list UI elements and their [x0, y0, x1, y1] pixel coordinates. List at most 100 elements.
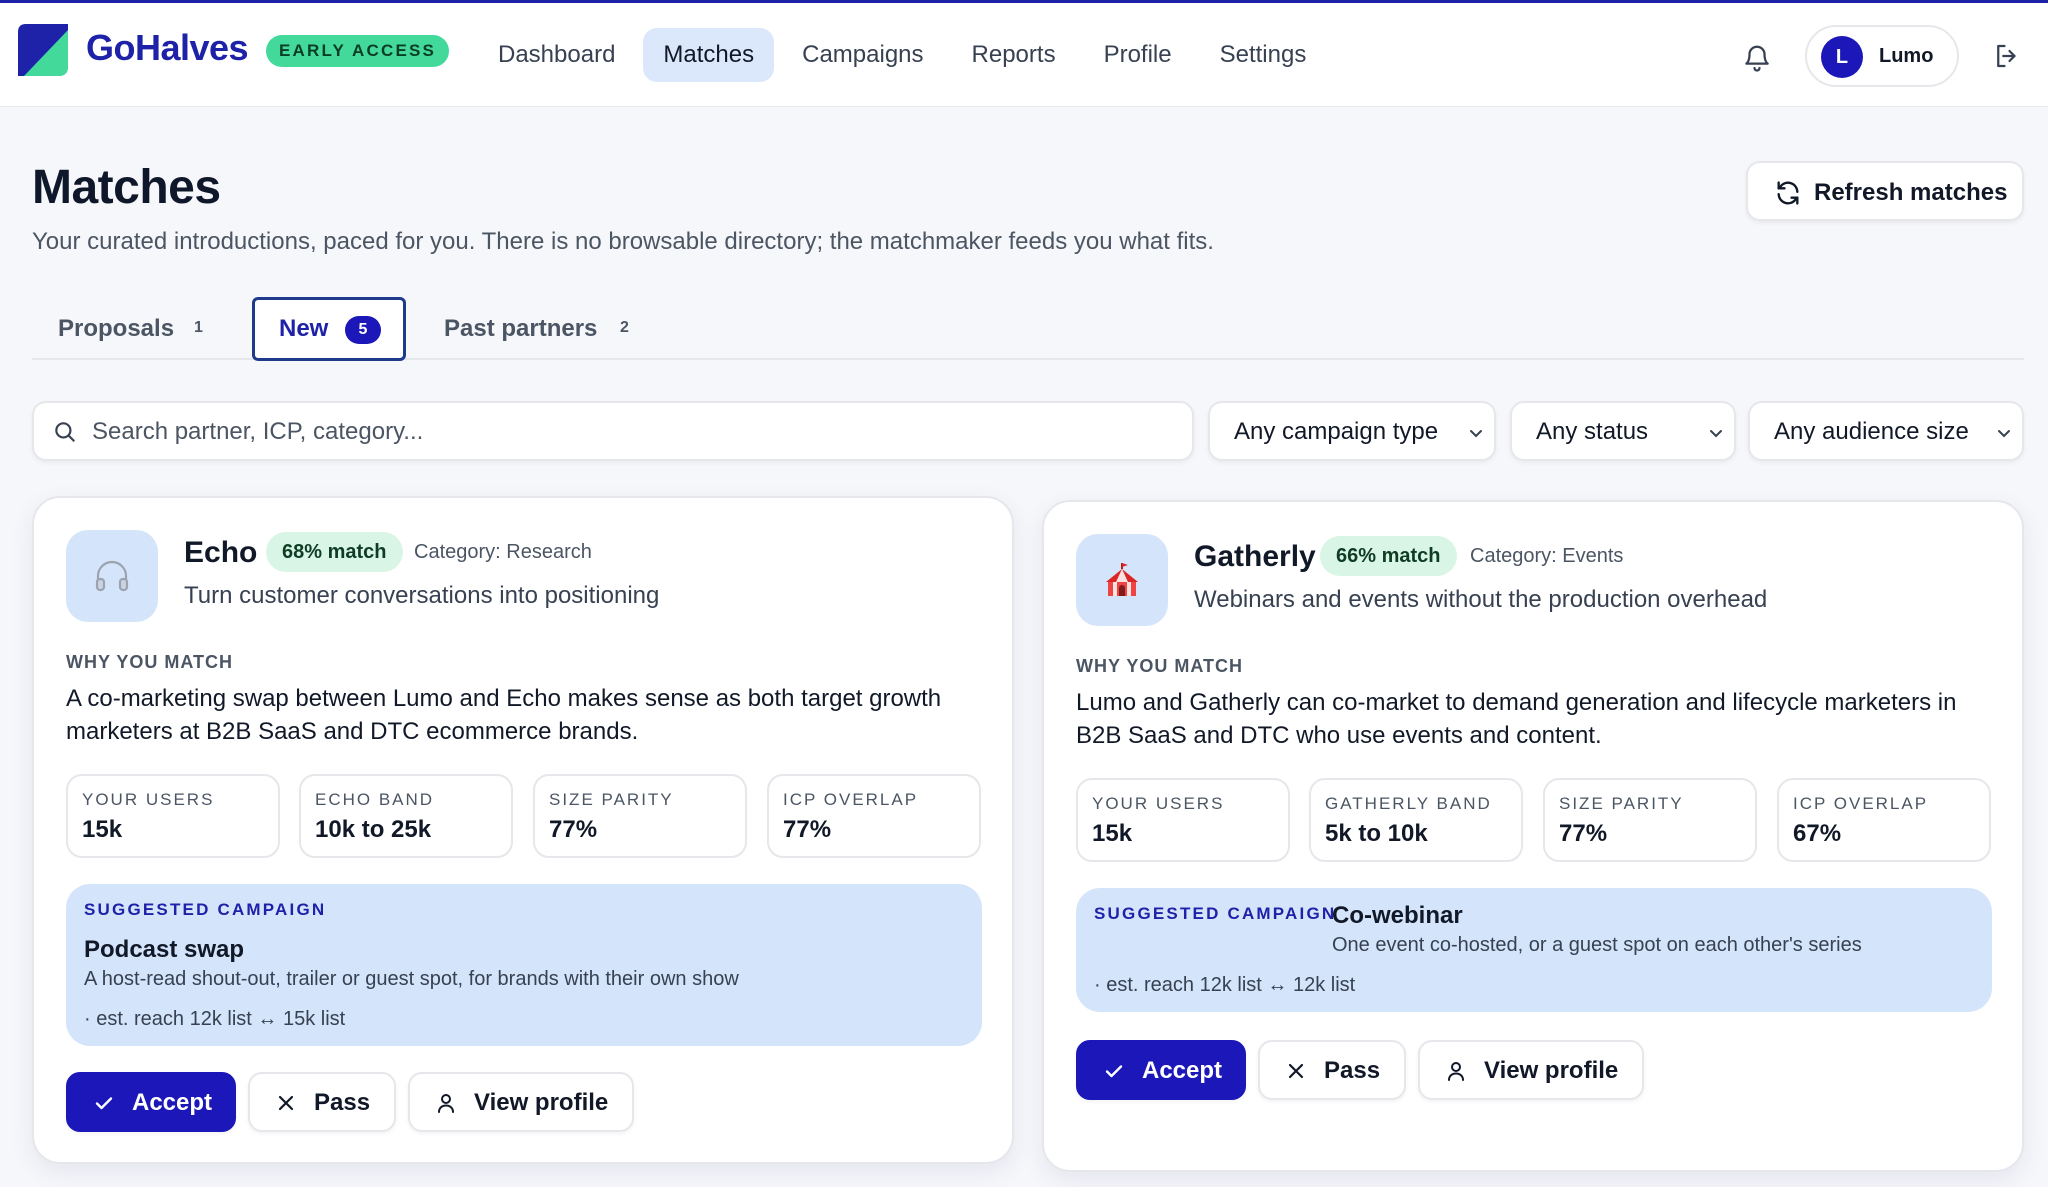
- campaign-title: Co-webinar: [1332, 902, 1463, 929]
- suggested-campaign: SUGGESTED CAMPAIGN Podcast swap A host-r…: [66, 884, 982, 1046]
- stat-value: 77%: [549, 816, 598, 843]
- stat-value: 77%: [783, 816, 832, 843]
- partner-name[interactable]: Echo: [184, 536, 257, 570]
- user-icon: [438, 1094, 454, 1113]
- stat-partner-band: GATHERLY BAND 5k to 10k: [1309, 778, 1523, 862]
- check-icon: [95, 1097, 113, 1110]
- campaign-heading: SUGGESTED CAMPAIGN: [84, 900, 327, 919]
- why-match-heading: WHY YOU MATCH: [1076, 656, 1244, 676]
- campaign-description: A host-read shout-out, trailer or guest …: [84, 968, 739, 990]
- stat-value: 15k: [82, 816, 123, 843]
- campaign-type-select[interactable]: Any campaign type: [1208, 401, 1496, 461]
- stat-partner-band: ECHO BAND 10k to 25k: [299, 774, 513, 858]
- stat-value: 10k to 25k: [315, 816, 432, 843]
- user-menu[interactable]: L Lumo: [1805, 25, 1959, 87]
- stat-label: GATHERLY BAND: [1325, 794, 1492, 813]
- bell-icon[interactable]: [1742, 43, 1772, 73]
- nav-item-reports[interactable]: Reports: [952, 28, 1076, 82]
- pass-button[interactable]: Pass: [248, 1072, 396, 1132]
- search-input[interactable]: [92, 413, 1172, 451]
- stat-label: ECHO BAND: [315, 790, 435, 809]
- tab-label: Proposals: [58, 315, 175, 342]
- stat-value: 77%: [1559, 820, 1608, 847]
- tab-count: 2: [620, 319, 629, 336]
- stat-label: SIZE PARITY: [549, 790, 674, 809]
- refresh-icon: [1777, 181, 1799, 205]
- tab-past-partners[interactable]: Past partners 2: [420, 297, 660, 361]
- avatar: L: [1821, 36, 1863, 78]
- accept-button[interactable]: Accept: [66, 1072, 236, 1132]
- stat-size-parity: SIZE PARITY 77%: [1543, 778, 1757, 862]
- audience-size-select[interactable]: Any audience size: [1748, 401, 2024, 461]
- campaign-reach: · est. reach 12k list ↔ 12k list: [1094, 974, 1356, 996]
- chevron-down-icon: [1710, 430, 1722, 438]
- match-card-echo: Echo 68% match Category: Research Turn c…: [32, 496, 1014, 1164]
- stat-your-users: YOUR USERS 15k: [1076, 778, 1290, 862]
- stat-your-users: YOUR USERS 15k: [66, 774, 280, 858]
- tab-label: Past partners: [444, 315, 598, 342]
- select-value: Any audience size: [1774, 418, 1969, 445]
- nav-item-profile[interactable]: Profile: [1084, 28, 1192, 82]
- partner-logo: [1076, 534, 1168, 626]
- main-nav: Dashboard Matches Campaigns Reports Prof…: [478, 28, 1326, 82]
- refresh-label: Refresh matches: [1814, 179, 2008, 206]
- match-score-badge: 68% match: [266, 532, 403, 572]
- button-label: View profile: [1484, 1057, 1619, 1084]
- why-match-heading: WHY YOU MATCH: [66, 652, 234, 672]
- why-match-text: Lumo and Gatherly can co-market to deman…: [1076, 689, 1957, 749]
- match-card-gatherly: Gatherly 66% match Category: Events Webi…: [1042, 500, 2024, 1172]
- close-icon: [1288, 1063, 1304, 1079]
- campaign-title: Podcast swap: [84, 936, 245, 963]
- page-subtitle: Your curated introductions, paced for yo…: [32, 228, 1214, 255]
- search-icon: [55, 422, 75, 442]
- stat-icp-overlap: ICP OVERLAP 67%: [1777, 778, 1991, 862]
- partner-logo: [66, 530, 158, 622]
- nav-item-dashboard[interactable]: Dashboard: [478, 28, 635, 82]
- close-icon: [278, 1095, 294, 1111]
- user-icon: [1448, 1062, 1464, 1081]
- campaign-heading: SUGGESTED CAMPAIGN: [1094, 904, 1337, 923]
- partner-name[interactable]: Gatherly: [1194, 540, 1316, 574]
- select-value: Any status: [1536, 418, 1649, 445]
- button-label: View profile: [474, 1089, 609, 1116]
- stat-label: YOUR USERS: [82, 790, 215, 809]
- stat-label: ICP OVERLAP: [783, 790, 919, 809]
- button-label: Accept: [132, 1089, 213, 1116]
- why-match-text: A co-marketing swap between Lumo and Ech…: [66, 685, 942, 745]
- campaign-description: One event co-hosted, or a guest spot on …: [1332, 934, 1862, 956]
- partner-tagline: Turn customer conversations into positio…: [184, 582, 660, 609]
- view-profile-button[interactable]: View profile: [1418, 1040, 1644, 1100]
- stat-value: 15k: [1092, 820, 1133, 847]
- partner-tagline: Webinars and events without the producti…: [1194, 586, 1768, 613]
- tab-count-badge: 5: [345, 316, 381, 344]
- tab-new[interactable]: New 5: [252, 297, 406, 361]
- search-box[interactable]: [32, 401, 1194, 461]
- accept-button[interactable]: Accept: [1076, 1040, 1246, 1100]
- stat-value: 5k to 10k: [1325, 820, 1428, 847]
- brand-name[interactable]: GoHalves: [86, 27, 249, 69]
- pass-button[interactable]: Pass: [1258, 1040, 1406, 1100]
- user-name: Lumo: [1879, 45, 1934, 67]
- select-value: Any campaign type: [1234, 418, 1439, 445]
- tab-proposals[interactable]: Proposals 1: [32, 297, 222, 361]
- button-label: Accept: [1142, 1057, 1223, 1084]
- headphones-icon: [95, 560, 129, 592]
- tab-label: New: [279, 315, 329, 342]
- stat-label: YOUR USERS: [1092, 794, 1225, 813]
- nav-item-matches[interactable]: Matches: [643, 28, 775, 82]
- chevron-down-icon: [1998, 430, 2010, 438]
- campaign-reach: · est. reach 12k list ↔ 15k list: [84, 1008, 346, 1030]
- gohalves-logo-icon[interactable]: [18, 24, 68, 76]
- status-select[interactable]: Any status: [1510, 401, 1736, 461]
- match-score-badge: 66% match: [1320, 536, 1457, 576]
- partner-category: Category: Research: [414, 541, 592, 563]
- nav-item-campaigns[interactable]: Campaigns: [782, 28, 943, 82]
- view-profile-button[interactable]: View profile: [408, 1072, 634, 1132]
- circus-tent-icon: [1106, 563, 1138, 596]
- logout-icon[interactable]: [1992, 41, 2022, 71]
- stat-label: ICP OVERLAP: [1793, 794, 1929, 813]
- page-title: Matches: [32, 161, 221, 214]
- button-label: Pass: [314, 1089, 371, 1116]
- nav-item-settings[interactable]: Settings: [1200, 28, 1327, 82]
- refresh-matches-button[interactable]: Refresh matches: [1746, 161, 2024, 221]
